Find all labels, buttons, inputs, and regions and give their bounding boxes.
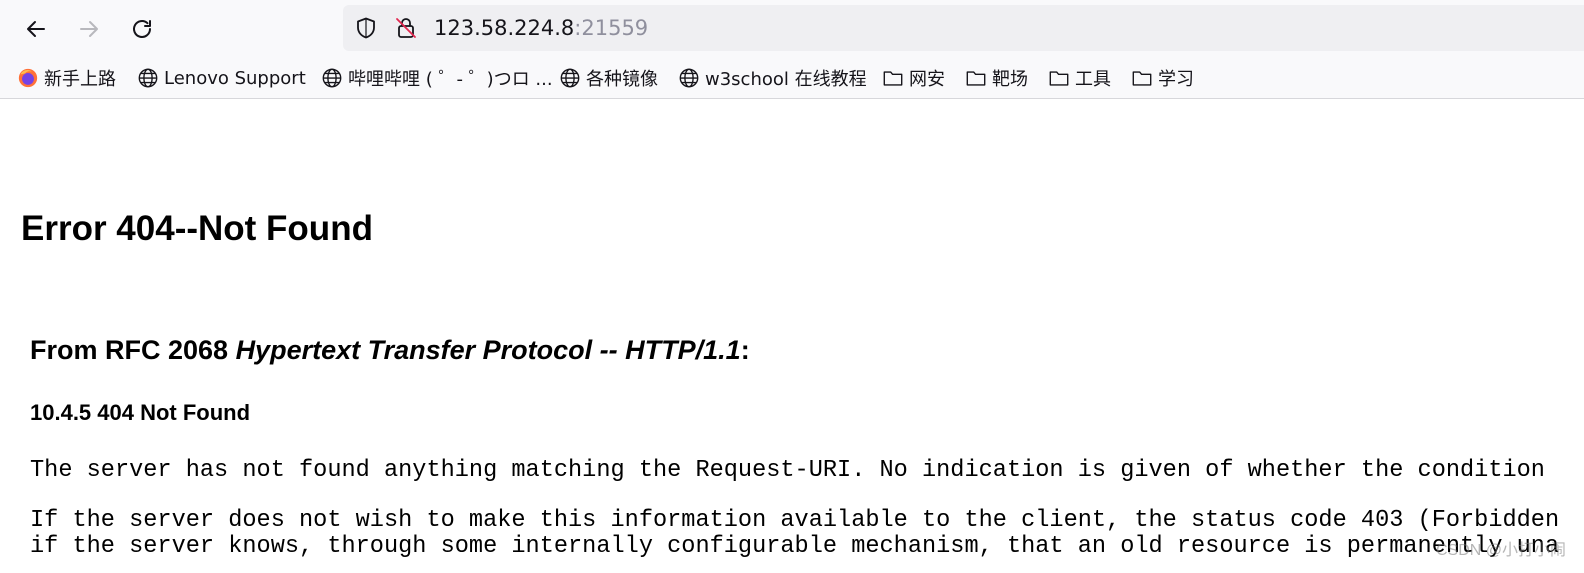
- reload-button[interactable]: [125, 12, 159, 46]
- bookmark-label: 新手上路: [44, 69, 116, 90]
- bookmark-folder-bachang[interactable]: 靶场: [965, 65, 1028, 91]
- folder-icon: [1132, 71, 1152, 86]
- bookmark-folder-wangan[interactable]: 网安: [882, 65, 945, 91]
- bookmark-label: Lenovo Support: [164, 67, 306, 89]
- url-text[interactable]: 123.58.224.8:21559: [434, 16, 648, 40]
- arrow-left-icon: [27, 21, 45, 37]
- bookmarks-bar: 新手上路 Lenovo Support 哔哩哔哩 ( ゜- ゜)つロ ... 各…: [0, 57, 1584, 99]
- bookmark-bilibili[interactable]: 哔哩哔哩 ( ゜- ゜)つロ ...: [321, 65, 553, 91]
- url-port: :21559: [574, 16, 649, 40]
- address-bar[interactable]: 123.58.224.8:21559: [343, 5, 1584, 51]
- paragraph-1: The server has not found anything matchi…: [30, 457, 1545, 484]
- bookmark-label: 网安: [909, 69, 945, 90]
- folder-icon: [883, 71, 903, 86]
- bookmark-mirrors[interactable]: 各种镜像: [559, 65, 658, 91]
- bookmark-label: w3school 在线教程: [705, 69, 867, 90]
- rfc-suffix: :: [740, 335, 750, 365]
- globe-icon: [679, 68, 699, 88]
- firefox-icon: [18, 68, 38, 88]
- bookmark-folder-study[interactable]: 学习: [1131, 65, 1194, 91]
- paragraph-2-line-2: if the server knows, through some intern…: [30, 533, 1560, 560]
- rfc-title: Hypertext Transfer Protocol -- HTTP/1.1: [235, 335, 741, 365]
- forward-button[interactable]: [72, 12, 106, 46]
- insecure-lock-icon[interactable]: [394, 16, 418, 40]
- url-host: 123.58.224.8: [434, 16, 575, 40]
- bookmark-label: 学习: [1158, 69, 1194, 90]
- watermark: CSDN @小打小闹: [1435, 542, 1566, 559]
- back-button[interactable]: [19, 12, 53, 46]
- arrow-right-icon: [80, 21, 98, 37]
- folder-icon: [966, 71, 986, 86]
- rfc-prefix: From RFC 2068: [30, 335, 236, 365]
- bookmark-label: 靶场: [992, 69, 1028, 90]
- bookmark-folder-tools[interactable]: 工具: [1048, 65, 1111, 91]
- bookmark-label: 各种镜像: [586, 69, 658, 90]
- page-content: Error 404--Not Found From RFC 2068 Hyper…: [0, 100, 1584, 573]
- bookmark-label: 工具: [1075, 69, 1111, 90]
- globe-icon: [560, 68, 580, 88]
- globe-icon: [138, 68, 158, 88]
- folder-icon: [1049, 71, 1069, 86]
- bookmark-firefox[interactable]: 新手上路: [17, 65, 116, 91]
- bookmark-w3school[interactable]: w3school 在线教程: [678, 65, 867, 91]
- bookmark-lenovo[interactable]: Lenovo Support: [137, 65, 306, 91]
- reload-icon: [133, 20, 151, 38]
- globe-icon: [322, 68, 342, 88]
- rfc-heading: From RFC 2068 Hypertext Transfer Protoco…: [30, 335, 750, 366]
- shield-icon[interactable]: [354, 16, 378, 40]
- bookmark-label: 哔哩哔哩 ( ゜- ゜)つロ ...: [348, 69, 553, 90]
- section-heading: 10.4.5 404 Not Found: [30, 400, 251, 425]
- browser-toolbar: 123.58.224.8:21559: [0, 0, 1584, 57]
- page-title: Error 404--Not Found: [21, 209, 373, 248]
- paragraph-2-line-1: If the server does not wish to make this…: [30, 507, 1560, 534]
